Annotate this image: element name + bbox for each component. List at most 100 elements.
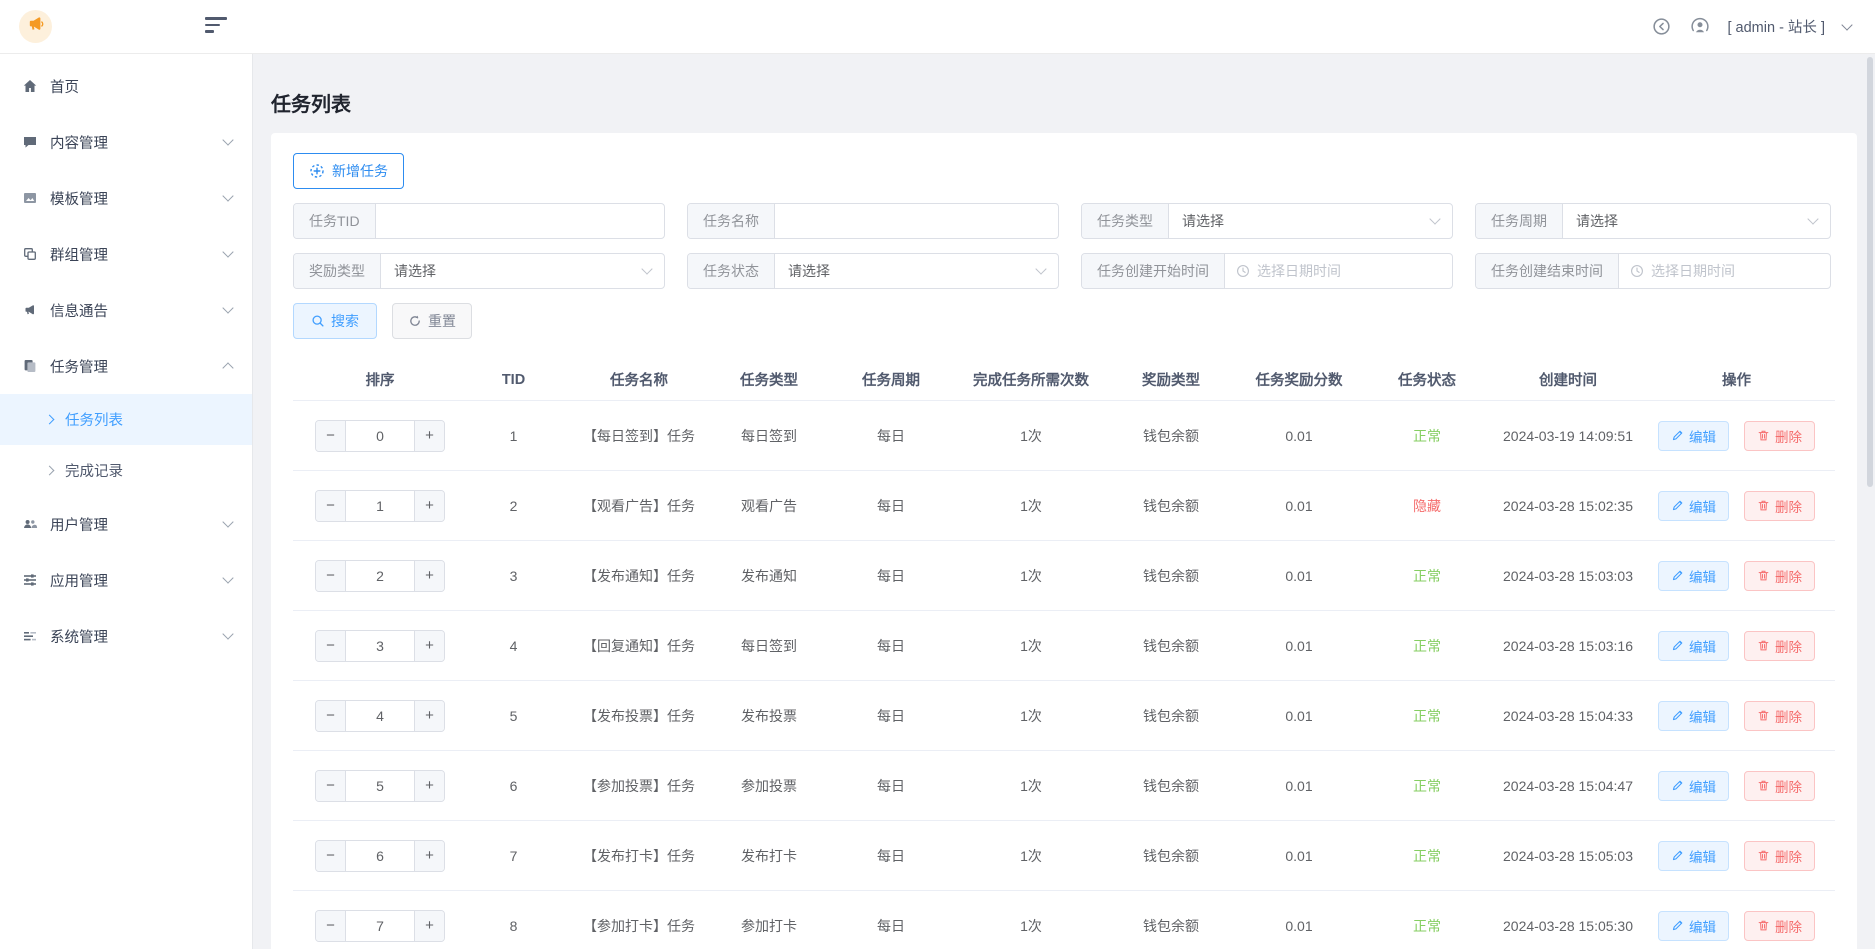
template-icon (21, 190, 38, 207)
search-icon (311, 314, 325, 328)
add-task-button[interactable]: 新增任务 (293, 153, 404, 189)
edit-button[interactable]: 编辑 (1658, 841, 1729, 871)
sort-increase-button[interactable]: + (415, 771, 444, 801)
cell-task-type: 每日签到 (718, 611, 820, 681)
cell-task-name: 【参加打卡】任务 (560, 891, 718, 949)
sort-decrease-button[interactable]: − (316, 491, 345, 521)
task-list-card: 新增任务 任务TID 任务名称 任务类型 请选择 (271, 133, 1857, 949)
sidebar-item-template-mgmt[interactable]: 模板管理 (0, 170, 252, 226)
col-task-status: 任务状态 (1356, 359, 1498, 401)
cell-task-name: 【发布通知】任务 (560, 541, 718, 611)
sort-input[interactable] (345, 701, 415, 731)
sidebar-item-group-mgmt[interactable]: 群组管理 (0, 226, 252, 282)
delete-button[interactable]: 删除 (1744, 561, 1815, 591)
pencil-icon (1671, 429, 1684, 442)
sort-increase-button[interactable]: + (415, 701, 444, 731)
chevron-down-icon[interactable] (1841, 19, 1852, 30)
end-datetime-picker[interactable]: 选择日期时间 (1619, 254, 1830, 288)
delete-button[interactable]: 删除 (1744, 771, 1815, 801)
status-badge: 正常 (1413, 638, 1441, 654)
status-badge: 隐藏 (1413, 498, 1441, 514)
status-badge: 正常 (1413, 918, 1441, 934)
edit-button[interactable]: 编辑 (1658, 631, 1729, 661)
sidebar-item-content-mgmt[interactable]: 内容管理 (0, 114, 252, 170)
sidebar-subitem-complete-records[interactable]: 完成记录 (0, 445, 252, 496)
users-icon (21, 516, 38, 533)
chevron-down-icon (222, 190, 233, 201)
sidebar-item-notice[interactable]: 信息通告 (0, 282, 252, 338)
start-datetime-picker[interactable]: 选择日期时间 (1225, 254, 1452, 288)
sort-decrease-button[interactable]: − (316, 771, 345, 801)
sort-decrease-button[interactable]: − (316, 631, 345, 661)
cell-task-type: 参加投票 (718, 751, 820, 821)
cell-reward-type: 钱包余额 (1100, 471, 1242, 541)
trash-icon (1757, 709, 1770, 722)
delete-button[interactable]: 删除 (1744, 911, 1815, 941)
sort-decrease-button[interactable]: − (316, 561, 345, 591)
sidebar-item-system-mgmt[interactable]: 系统管理 (0, 608, 252, 664)
task-type-select[interactable]: 请选择 (1169, 204, 1452, 238)
sort-decrease-button[interactable]: − (316, 421, 345, 451)
cell-created-time: 2024-03-28 15:03:03 (1498, 541, 1638, 611)
edit-button[interactable]: 编辑 (1658, 561, 1729, 591)
sort-increase-button[interactable]: + (415, 631, 444, 661)
edit-button[interactable]: 编辑 (1658, 421, 1729, 451)
sort-increase-button[interactable]: + (415, 561, 444, 591)
search-button[interactable]: 搜索 (293, 303, 377, 339)
sort-increase-button[interactable]: + (415, 841, 444, 871)
delete-button[interactable]: 删除 (1744, 491, 1815, 521)
chevron-right-icon (45, 415, 55, 425)
sidebar-collapse-icon[interactable] (205, 17, 229, 37)
task-tid-input[interactable] (376, 204, 664, 238)
sort-increase-button[interactable]: + (415, 911, 444, 941)
table-row: − + 3 【发布通知】任务 发布通知 每日 1次 钱包余额 0.01 正常 2… (293, 541, 1835, 611)
task-name-input[interactable] (775, 204, 1058, 238)
vertical-scrollbar[interactable] (1867, 57, 1873, 487)
clock-icon (1236, 264, 1250, 278)
user-avatar-icon[interactable] (1690, 17, 1710, 37)
task-status-select[interactable]: 请选择 (775, 254, 1058, 288)
sort-decrease-button[interactable]: − (316, 701, 345, 731)
sidebar-item-task-mgmt[interactable]: 任务管理 (0, 338, 252, 394)
pencil-icon (1671, 569, 1684, 582)
circle-arrow-icon[interactable] (1652, 17, 1672, 37)
chevron-down-icon (1807, 213, 1818, 224)
clock-icon (1630, 264, 1644, 278)
sidebar-item-app-mgmt[interactable]: 应用管理 (0, 552, 252, 608)
edit-button[interactable]: 编辑 (1658, 911, 1729, 941)
delete-button[interactable]: 删除 (1744, 841, 1815, 871)
sort-input[interactable] (345, 771, 415, 801)
sort-increase-button[interactable]: + (415, 491, 444, 521)
sidebar-item-user-mgmt[interactable]: 用户管理 (0, 496, 252, 552)
edit-button[interactable]: 编辑 (1658, 491, 1729, 521)
sort-increase-button[interactable]: + (415, 421, 444, 451)
pencil-icon (1671, 709, 1684, 722)
sort-input[interactable] (345, 841, 415, 871)
app-logo[interactable] (19, 10, 52, 43)
sort-input[interactable] (345, 491, 415, 521)
edit-button[interactable]: 编辑 (1658, 701, 1729, 731)
task-table: 排序 TID 任务名称 任务类型 任务周期 完成任务所需次数 奖励类型 任务奖励… (293, 359, 1835, 949)
reward-type-select[interactable]: 请选择 (381, 254, 664, 288)
sidebar-item-home[interactable]: 首页 (0, 58, 252, 114)
sort-decrease-button[interactable]: − (316, 841, 345, 871)
current-user-label[interactable]: [ admin - 站长 ] (1728, 16, 1826, 37)
sort-input[interactable] (345, 911, 415, 941)
sort-decrease-button[interactable]: − (316, 911, 345, 941)
delete-button[interactable]: 删除 (1744, 701, 1815, 731)
sidebar-subitem-task-list[interactable]: 任务列表 (0, 394, 252, 445)
delete-button[interactable]: 删除 (1744, 421, 1815, 451)
cell-reward-type: 钱包余额 (1100, 891, 1242, 949)
cell-task-type: 每日签到 (718, 401, 820, 471)
cell-reward-score: 0.01 (1242, 681, 1356, 751)
sort-input[interactable] (345, 631, 415, 661)
sort-input[interactable] (345, 561, 415, 591)
sort-input[interactable] (345, 421, 415, 451)
edit-button[interactable]: 编辑 (1658, 771, 1729, 801)
cell-task-name: 【观看广告】任务 (560, 471, 718, 541)
task-period-select[interactable]: 请选择 (1563, 204, 1830, 238)
cell-task-period: 每日 (820, 401, 962, 471)
reset-button[interactable]: 重置 (392, 303, 472, 339)
delete-button[interactable]: 删除 (1744, 631, 1815, 661)
cell-times-required: 1次 (962, 611, 1100, 681)
